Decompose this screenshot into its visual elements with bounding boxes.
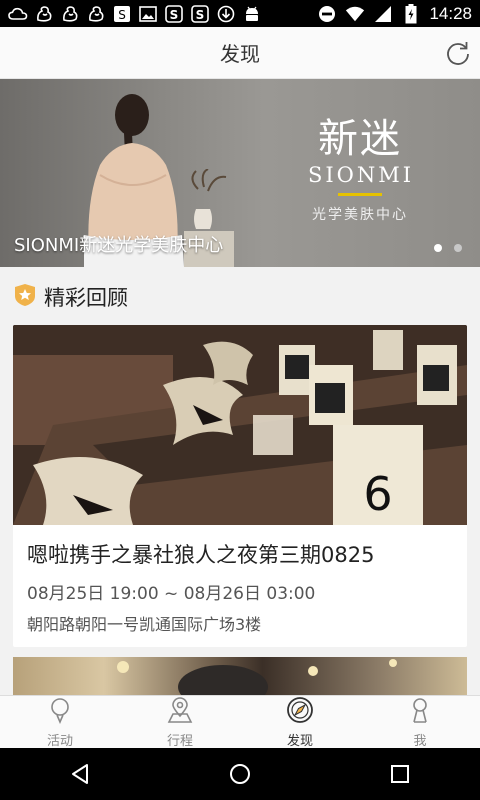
- image-icon: [138, 5, 158, 23]
- sms-icon: S: [112, 5, 132, 23]
- tile-number: 6: [363, 467, 392, 521]
- location-icon: [166, 696, 194, 728]
- page-title: 发现: [220, 42, 260, 66]
- section-title: 精彩回顾: [44, 286, 128, 310]
- android-icon: [242, 5, 262, 23]
- brand-logo: 新迷 SIONMI 光学美肤中心: [308, 117, 412, 224]
- status-bar: S S S 14:28: [0, 0, 480, 27]
- tab-activity[interactable]: 活动: [0, 696, 120, 749]
- recents-icon[interactable]: [380, 754, 420, 794]
- brand-divider: [338, 193, 382, 196]
- event-time: 08月25日 19:00 ~ 08月26日 03:00: [27, 584, 316, 604]
- home-icon[interactable]: [220, 754, 260, 794]
- brand-name-en: SIONMI: [308, 163, 415, 187]
- weather-icon: [8, 5, 28, 23]
- compass-icon: [286, 696, 314, 728]
- event-location: 朝阳路朝阳一号凯通国际广场3楼: [27, 615, 262, 634]
- section-header: 精彩回顾: [14, 282, 128, 312]
- tab-label: 行程: [166, 733, 193, 749]
- carousel-indicator: [434, 244, 462, 252]
- tab-label: 发现: [286, 733, 313, 749]
- system-icons: 14:28: [317, 3, 472, 24]
- download-icon: [216, 5, 236, 23]
- tab-itinerary[interactable]: 行程: [120, 696, 240, 749]
- app-s-icon: S: [190, 4, 210, 23]
- carousel-dot[interactable]: [454, 244, 462, 252]
- event-title: 嗯啦携手之暴社狼人之夜第三期0825: [27, 543, 375, 567]
- do-not-disturb-icon: [317, 5, 337, 23]
- refresh-icon[interactable]: [444, 39, 472, 67]
- app-s-icon: S: [164, 4, 184, 23]
- signal-icon: [373, 5, 393, 23]
- wifi-icon: [345, 5, 365, 23]
- badge-icon: [14, 283, 36, 311]
- notification-icons: S S S: [8, 4, 262, 23]
- event-card-image: [117, 659, 397, 697]
- banner-carousel[interactable]: 新迷 SIONMI 光学美肤中心 SIONMI新迷光学美肤中心: [0, 79, 480, 267]
- squirrel-icon: [60, 5, 80, 23]
- squirrel-icon: [34, 5, 54, 23]
- event-card-image: 6: [13, 325, 467, 525]
- svg-text:S: S: [118, 8, 126, 22]
- tab-label: 活动: [46, 733, 73, 749]
- back-icon[interactable]: [60, 754, 100, 794]
- squirrel-icon: [86, 5, 106, 23]
- svg-text:S: S: [170, 8, 179, 22]
- tab-discover[interactable]: 发现: [240, 696, 360, 749]
- app-header: 发现: [0, 27, 480, 79]
- event-card[interactable]: 6 嗯啦携手之暴社狼人之夜第三期0825 08月25日 19:00 ~ 08月2…: [13, 325, 467, 647]
- event-card-partial[interactable]: [13, 657, 467, 697]
- tab-label: 我: [413, 733, 427, 749]
- activity-icon: [46, 696, 74, 728]
- banner-caption: SIONMI新迷光学美肤中心: [14, 235, 224, 256]
- person-icon: [406, 696, 434, 728]
- svg-text:S: S: [196, 8, 205, 22]
- brand-name-cn: 新迷: [318, 116, 402, 162]
- carousel-dot-active[interactable]: [434, 244, 442, 252]
- tab-me[interactable]: 我: [360, 696, 480, 749]
- bottom-tab-bar: 活动 行程 发现 我: [0, 695, 480, 749]
- battery-charging-icon: [401, 3, 421, 23]
- brand-subtitle: 光学美肤中心: [312, 207, 408, 223]
- system-nav-bar: [0, 748, 480, 800]
- clock: 14:28: [429, 3, 472, 23]
